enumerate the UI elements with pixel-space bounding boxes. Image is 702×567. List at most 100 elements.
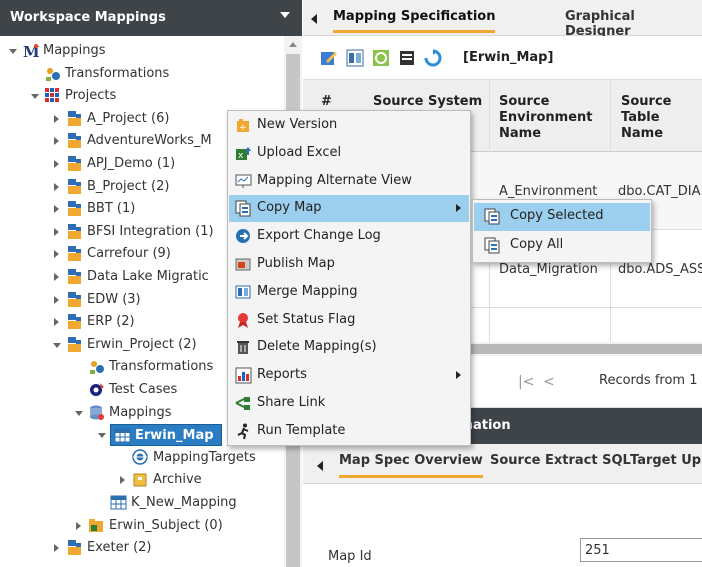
menu-item-label: Delete Mapping(s) — [257, 339, 377, 355]
tree-expand-icon[interactable] — [120, 476, 125, 485]
prev-page-button[interactable]: < — [543, 374, 555, 390]
tree-item-label: EDW (3) — [87, 291, 141, 307]
tree-item[interactable]: Exeter (2) — [0, 537, 284, 559]
tree-item-label: BBT (1) — [87, 201, 136, 217]
table-cell-environment: Data_Migration — [499, 262, 598, 277]
menu-item-mapping-alternate-view[interactable]: Mapping Alternate View — [229, 168, 469, 195]
project-icon — [68, 223, 81, 239]
tree-item-label: AdventureWorks_M — [87, 133, 212, 149]
grid-header-source-system[interactable]: Source System — [373, 94, 482, 110]
submenu-arrow-icon — [456, 204, 461, 213]
menu-item-publish-map[interactable]: Publish Map — [229, 251, 469, 278]
grid-header-source-environment[interactable]: Source Environment Name — [499, 94, 599, 142]
project-icon — [68, 291, 81, 307]
menu-item-run-template[interactable]: Run Template — [229, 418, 469, 445]
info-subtabs: Map Spec Overview Source Extract SQL Tar… — [303, 444, 702, 484]
tree-item-label: Test Cases — [109, 382, 178, 397]
menu-item-copy-all[interactable]: Copy All — [474, 232, 650, 260]
tree-collapse-icon[interactable] — [31, 94, 39, 100]
copy-selected-icon — [484, 208, 500, 225]
tree-expand-icon[interactable] — [54, 205, 59, 214]
tree-expand-icon[interactable] — [54, 114, 59, 123]
grid-header-number[interactable]: # — [321, 94, 332, 110]
tree-expand-icon[interactable] — [54, 160, 59, 168]
menu-item-label: Copy All — [510, 237, 564, 252]
collapse-left-icon[interactable] — [311, 14, 317, 24]
tab-map-spec-overview[interactable]: Map Spec Overview — [339, 453, 483, 478]
tab-target-update[interactable]: Target Up — [630, 453, 701, 468]
mapping-context-menu: + New Version x Upload Excel Mapping Alterna… — [227, 110, 471, 446]
menu-item-label: Copy Selected — [510, 208, 604, 223]
transformations-icon — [90, 361, 104, 375]
menu-item-delete-mapping-s[interactable]: Delete Mapping(s) — [229, 334, 469, 361]
tree-expand-icon[interactable] — [54, 182, 59, 191]
tree-item[interactable]: Archive — [0, 469, 284, 491]
tree-item[interactable]: K_New_Mapping — [0, 492, 284, 514]
collapse-left-icon[interactable] — [317, 461, 323, 471]
tree-collapse-icon[interactable] — [53, 342, 61, 348]
tree-item-label: Transformations — [109, 359, 214, 375]
tree-toggle-icon[interactable] — [98, 433, 106, 439]
tree-item-label: K_New_Mapping — [131, 495, 237, 510]
menu-item-label: Export Change Log — [257, 228, 381, 244]
project-icon — [68, 133, 81, 149]
tree-expand-icon[interactable] — [54, 137, 59, 146]
tree-item-label: BFSI Integration (1) — [87, 223, 214, 239]
workspace-mappings-header[interactable]: Workspace Mappings — [0, 0, 302, 36]
tree-expand-icon[interactable] — [54, 544, 59, 553]
tab-mapping-specification[interactable]: Mapping Specification — [333, 9, 496, 33]
tree-item-label: Archive — [153, 472, 202, 488]
tree-item[interactable]: Erwin_Map — [110, 424, 222, 447]
mapping-targets-icon — [132, 449, 148, 465]
mapping-toolbar: [Erwin_Map] — [303, 36, 702, 80]
sync-icon[interactable] — [372, 49, 390, 67]
tree-item-label: A_Project (6) — [87, 110, 170, 126]
tree-expand-icon[interactable] — [54, 295, 59, 304]
tree-item[interactable]: M Mappings — [0, 40, 284, 62]
tree-expand-icon[interactable] — [54, 318, 59, 327]
project-icon — [68, 540, 81, 556]
menu-item-new-version[interactable]: + New Version — [229, 112, 469, 139]
tree-expand-icon[interactable] — [54, 227, 59, 236]
menu-item-share-link[interactable]: Share Link — [229, 390, 469, 417]
tree-collapse-icon[interactable] — [75, 410, 83, 416]
tree-expand-icon[interactable] — [54, 273, 59, 281]
status-flag-icon — [238, 312, 248, 328]
test-cases-icon — [90, 383, 104, 396]
new-version-icon: + — [237, 119, 249, 133]
edit-icon[interactable] — [320, 49, 338, 67]
tab-graphical-designer[interactable]: Graphical Designer — [565, 9, 702, 39]
menu-item-copy-map[interactable]: Copy Map — [229, 195, 469, 223]
grid-header-source-table[interactable]: Source Table Name — [621, 94, 701, 142]
menu-item-reports[interactable]: Reports — [229, 362, 469, 389]
scroll-up-icon[interactable] — [289, 42, 297, 47]
tree-item[interactable]: Erwin_Subject (0) — [0, 515, 284, 537]
tree-item[interactable]: Transformations — [0, 63, 284, 85]
map-id-field[interactable] — [580, 538, 702, 562]
tree-item-label: Transformations — [65, 65, 170, 81]
tree-item-label: APJ_Demo (1) — [87, 156, 176, 171]
tree-expand-icon[interactable] — [76, 521, 81, 530]
columns-icon[interactable] — [346, 49, 364, 67]
menu-item-merge-mapping[interactable]: Merge Mapping — [229, 279, 469, 306]
panel-dropdown-icon[interactable] — [280, 12, 290, 18]
first-page-button[interactable]: |< — [518, 374, 534, 390]
alternate-view-icon — [235, 174, 252, 188]
tree-item-label: Data Lake Migratic — [87, 269, 209, 284]
menu-item-upload-excel[interactable]: x Upload Excel — [229, 140, 469, 167]
list-icon[interactable] — [398, 49, 416, 67]
mapping-tabs: Mapping Specification Graphical Designer — [303, 0, 702, 39]
menu-item-export-change-log[interactable]: Export Change Log — [229, 223, 469, 250]
refresh-icon[interactable] — [424, 49, 442, 67]
project-icon — [68, 269, 81, 284]
transformations-icon — [46, 67, 60, 81]
tree-item-label: Exeter (2) — [87, 540, 152, 556]
menu-item-copy-selected[interactable]: Copy Selected — [474, 203, 650, 231]
project-icon — [68, 246, 81, 262]
menu-item-set-status-flag[interactable]: Set Status Flag — [229, 307, 469, 334]
tree-item[interactable]: Projects — [0, 85, 284, 107]
tree-expand-icon[interactable] — [54, 250, 59, 259]
tree-item[interactable]: MappingTargets — [0, 447, 284, 469]
tab-source-extract-sql[interactable]: Source Extract SQL — [490, 453, 631, 468]
tree-collapse-icon[interactable] — [9, 49, 17, 54]
